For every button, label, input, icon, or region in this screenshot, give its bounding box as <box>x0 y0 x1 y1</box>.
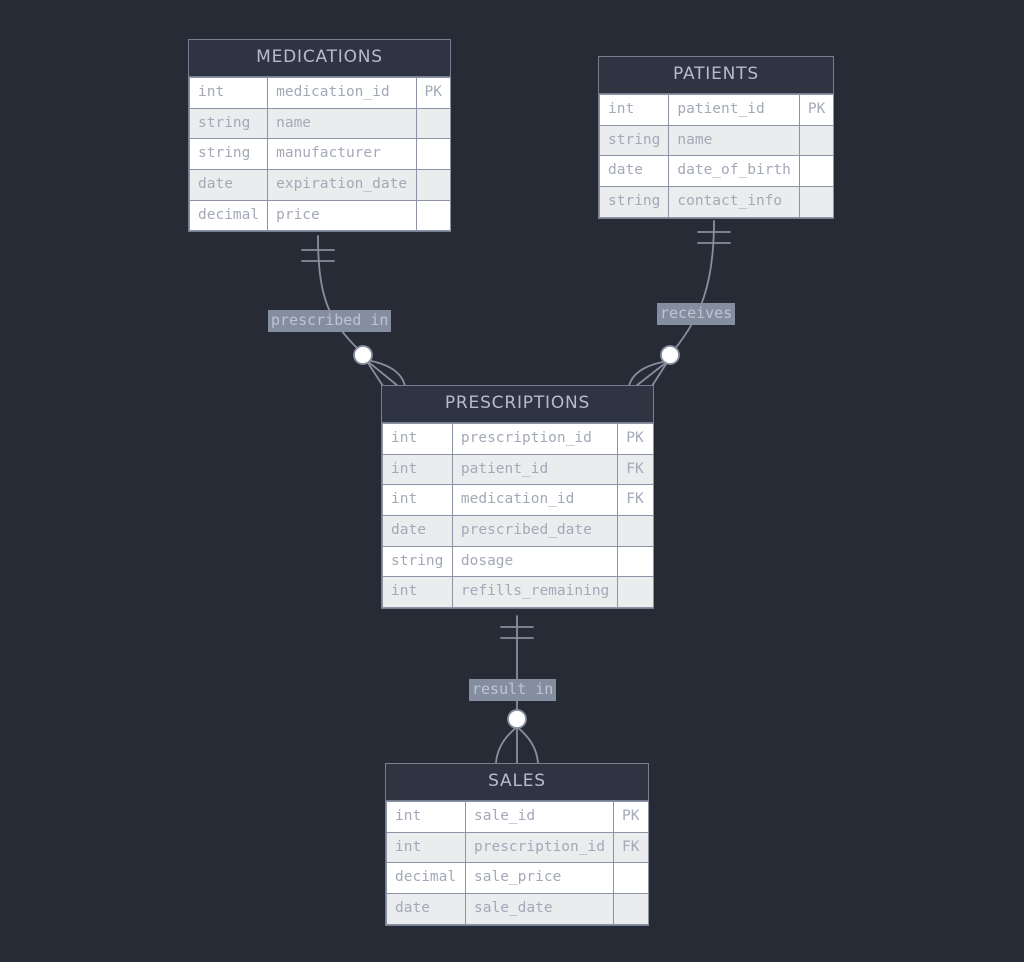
entity-medications[interactable]: MEDICATIONS int medication_id PK string … <box>188 39 452 233</box>
attribute-type: string <box>188 138 269 171</box>
circle-marker-result-in <box>507 709 527 729</box>
attribute-name: patient_id <box>668 94 800 126</box>
circle-marker-prescribed-in <box>353 345 373 365</box>
attribute-type: string <box>598 124 670 157</box>
attribute-key: PK <box>617 423 654 455</box>
attribute-type: decimal <box>386 862 466 895</box>
entity-title-sales: SALES <box>386 764 648 801</box>
attribute-name: dosage <box>451 545 619 578</box>
attribute-list-medications: int medication_id PK string name string … <box>188 77 452 232</box>
attribute-key <box>613 862 649 895</box>
attribute-name: refills_remaining <box>451 576 619 609</box>
attribute-type: date <box>598 155 670 188</box>
attribute-row: date date_of_birth <box>598 155 835 188</box>
attribute-name: contact_info <box>668 186 800 218</box>
attribute-row: int medication_id PK <box>188 77 452 109</box>
attribute-key: PK <box>798 94 835 126</box>
attribute-key <box>798 124 835 157</box>
attribute-name: manufacturer <box>267 138 417 171</box>
attribute-type: date <box>386 893 466 925</box>
attribute-key <box>617 545 654 578</box>
attribute-row: string manufacturer <box>188 138 452 171</box>
attribute-name: name <box>668 124 800 157</box>
attribute-type: int <box>386 801 466 833</box>
relationship-label-result-in: result in <box>469 679 557 701</box>
attribute-list-patients: int patient_id PK string name date date_… <box>598 94 835 218</box>
attribute-row: date prescribed_date <box>382 515 654 547</box>
attribute-type: string <box>188 107 269 140</box>
attribute-key <box>415 107 452 140</box>
attribute-row: int refills_remaining <box>382 576 654 609</box>
attribute-key: PK <box>415 77 452 109</box>
attribute-row: decimal price <box>188 199 452 232</box>
entity-title-prescriptions: PRESCRIPTIONS <box>382 386 653 423</box>
attribute-name: sale_price <box>465 862 614 895</box>
attribute-type: int <box>188 77 269 109</box>
attribute-name: expiration_date <box>267 169 417 201</box>
relationship-label-prescribed-in: prescribed in <box>268 310 392 332</box>
attribute-key: PK <box>613 801 649 833</box>
attribute-key: FK <box>613 831 649 864</box>
attribute-row: int patient_id FK <box>382 453 654 486</box>
attribute-type: int <box>382 453 453 486</box>
attribute-type: int <box>598 94 670 126</box>
attribute-row: string name <box>598 124 835 157</box>
entity-title-medications: MEDICATIONS <box>189 40 450 77</box>
entity-prescriptions[interactable]: PRESCRIPTIONS int prescription_id PK int… <box>381 385 654 610</box>
attribute-list-prescriptions: int prescription_id PK int patient_id FK… <box>382 423 654 609</box>
attribute-type: decimal <box>188 199 269 232</box>
entity-sales[interactable]: SALES int sale_id PK int prescription_id… <box>385 763 649 926</box>
attribute-row: string name <box>188 107 452 140</box>
attribute-row: int medication_id FK <box>382 484 654 517</box>
er-diagram-canvas: MEDICATIONS int medication_id PK string … <box>0 0 1024 962</box>
attribute-name: prescription_id <box>465 831 614 864</box>
attribute-row: int sale_id PK <box>386 801 649 833</box>
attribute-key <box>617 576 654 609</box>
attribute-key <box>415 138 452 171</box>
attribute-name: price <box>267 199 417 232</box>
attribute-name: date_of_birth <box>668 155 800 188</box>
attribute-type: date <box>188 169 269 201</box>
attribute-key: FK <box>617 453 654 486</box>
attribute-name: sale_date <box>465 893 614 925</box>
relationship-label-receives: receives <box>657 303 736 325</box>
attribute-type: date <box>382 515 453 547</box>
attribute-list-sales: int sale_id PK int prescription_id FK de… <box>386 801 649 925</box>
attribute-row: date sale_date <box>386 893 649 925</box>
entity-title-patients: PATIENTS <box>599 57 833 94</box>
attribute-name: medication_id <box>267 77 417 109</box>
attribute-name: name <box>267 107 417 140</box>
attribute-type: int <box>382 576 453 609</box>
attribute-type: int <box>382 484 453 517</box>
attribute-type: string <box>598 186 670 218</box>
attribute-name: sale_id <box>465 801 614 833</box>
attribute-row: decimal sale_price <box>386 862 649 895</box>
attribute-row: date expiration_date <box>188 169 452 201</box>
attribute-row: int prescription_id PK <box>382 423 654 455</box>
attribute-key <box>798 155 835 188</box>
attribute-key <box>798 186 835 218</box>
attribute-name: prescribed_date <box>451 515 619 547</box>
attribute-row: string dosage <box>382 545 654 578</box>
attribute-key <box>613 893 649 925</box>
attribute-row: int patient_id PK <box>598 94 835 126</box>
attribute-key <box>617 515 654 547</box>
attribute-key <box>415 169 452 201</box>
attribute-name: medication_id <box>451 484 619 517</box>
attribute-name: patient_id <box>451 453 619 486</box>
attribute-row: int prescription_id FK <box>386 831 649 864</box>
entity-patients[interactable]: PATIENTS int patient_id PK string name d… <box>598 56 835 219</box>
circle-marker-receives <box>660 345 680 365</box>
attribute-type: int <box>386 831 466 864</box>
attribute-key <box>415 199 452 232</box>
attribute-row: string contact_info <box>598 186 835 218</box>
attribute-type: string <box>382 545 453 578</box>
attribute-type: int <box>382 423 453 455</box>
attribute-key: FK <box>617 484 654 517</box>
attribute-name: prescription_id <box>451 423 619 455</box>
